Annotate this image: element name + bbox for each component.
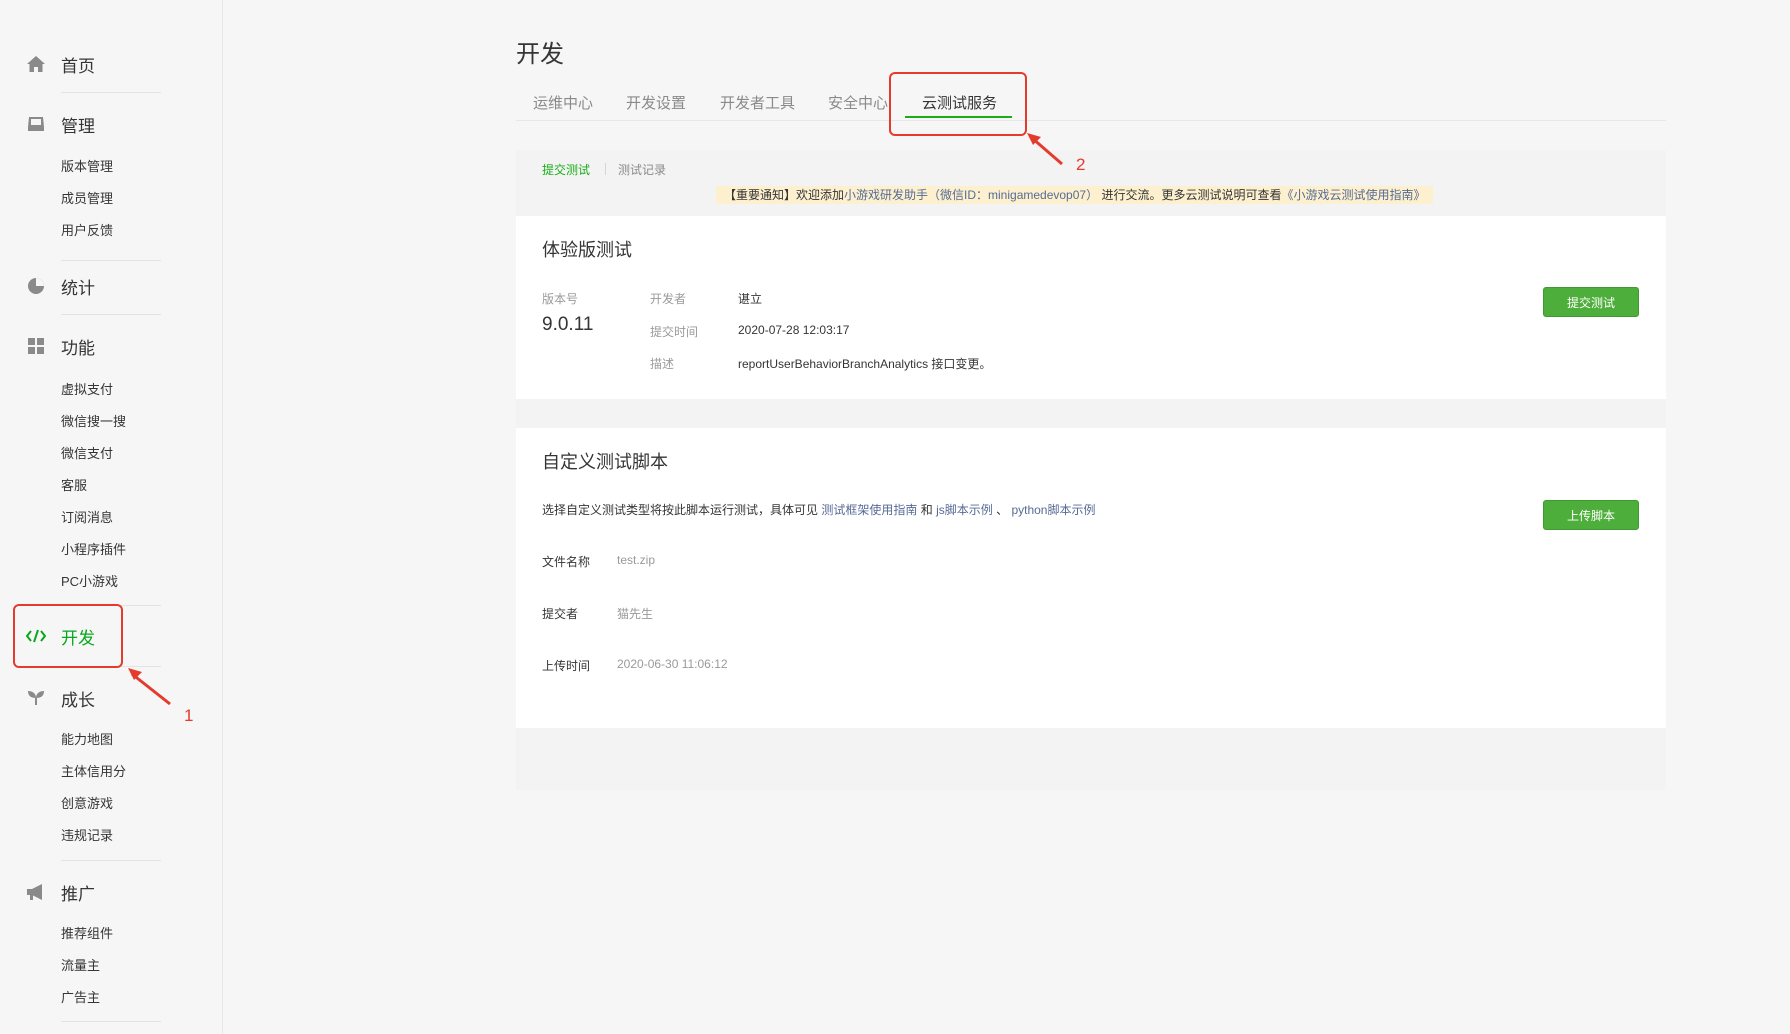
sidebar: 首页 管理 版本管理 成员管理 用户反馈 统计 功能 虚拟支付 微信搜一搜 微信…	[0, 0, 223, 1034]
intro-sep: 、	[996, 503, 1009, 517]
sidebar-subitem-feedback[interactable]: 用户反馈	[61, 220, 113, 242]
js-example-link[interactable]: js脚本示例	[936, 503, 993, 517]
desc-label: 描述	[650, 357, 675, 371]
tab-security-center[interactable]: 安全中心	[828, 92, 888, 113]
file-name-label: 文件名称	[542, 555, 591, 569]
trial-test-card: 体验版测试 版本号 9.0.11 开发者 谌立 提交时间 2020-07-28 …	[516, 216, 1666, 399]
tab-dev-tools[interactable]: 开发者工具	[720, 92, 795, 113]
sidebar-subitem-search[interactable]: 微信搜一搜	[61, 411, 126, 433]
sidebar-subitem-traffic-owner[interactable]: 流量主	[61, 955, 100, 977]
desc-value: reportUserBehaviorBranchAnalytics 接口变更。	[738, 357, 992, 371]
submit-time-label: 提交时间	[650, 325, 699, 339]
sidebar-subitem-creative[interactable]: 创意游戏	[61, 793, 113, 815]
developer-value: 谌立	[738, 292, 763, 306]
upload-time-label: 上传时间	[542, 659, 591, 673]
sidebar-item-label: 功能	[61, 338, 95, 358]
custom-script-intro: 选择自定义测试类型将按此脚本运行测试，具体可见 测试框架使用指南 和 js脚本示…	[542, 501, 1095, 518]
subtab-test-records[interactable]: 测试记录	[618, 161, 666, 178]
intro-text: 选择自定义测试类型将按此脚本运行测试，具体可见	[542, 503, 819, 517]
trial-test-title: 体验版测试	[542, 240, 632, 260]
custom-script-title: 自定义测试脚本	[542, 452, 668, 472]
submitter-value: 猫先生	[617, 607, 654, 621]
submit-time-value: 2020-07-28 12:03:17	[738, 323, 850, 337]
upload-script-button[interactable]: 上传脚本	[1543, 500, 1639, 530]
notice-prefix: 【重要通知】欢迎添加	[724, 188, 845, 202]
sidebar-subitem-subscribe[interactable]: 订阅消息	[61, 507, 113, 529]
sidebar-subitem-violations[interactable]: 违规记录	[61, 825, 113, 847]
notice-banner: 【重要通知】欢迎添加小游戏研发助手（微信ID：minigamedevop07） …	[716, 186, 1434, 204]
guide-link[interactable]: 《小游戏云测试使用指南》	[1281, 188, 1425, 202]
sidebar-item-manage[interactable]: 管理	[0, 106, 222, 142]
sidebar-divider	[61, 92, 161, 93]
sidebar-item-label: 推广	[61, 884, 95, 904]
sidebar-item-stats[interactable]: 统计	[0, 268, 222, 304]
subtab-submit-test[interactable]: 提交测试	[542, 161, 590, 178]
file-name-value: test.zip	[617, 553, 656, 567]
sidebar-divider	[61, 1021, 161, 1022]
sidebar-item-label: 首页	[61, 56, 95, 76]
submit-test-button[interactable]: 提交测试	[1543, 287, 1639, 317]
upload-time-value: 2020-06-30 11:06:12	[617, 657, 728, 671]
sidebar-divider	[61, 860, 161, 861]
tab-dev-settings[interactable]: 开发设置	[626, 92, 686, 113]
sidebar-subitem-pc-game[interactable]: PC小游戏	[61, 571, 118, 593]
assistant-link[interactable]: 小游戏研发助手（微信ID：minigamedevop07）	[844, 188, 1098, 202]
sidebar-item-home[interactable]: 首页	[0, 46, 222, 82]
sidebar-item-label: 成长	[61, 690, 95, 710]
sidebar-subitem-wechat-pay[interactable]: 微信支付	[61, 443, 113, 465]
sidebar-subitem-ability-map[interactable]: 能力地图	[61, 729, 113, 751]
home-icon	[26, 54, 46, 74]
tab-bar: 运维中心 开发设置 开发者工具 安全中心 云测试服务	[516, 86, 1666, 121]
sidebar-divider	[61, 314, 161, 315]
sidebar-item-label: 统计	[61, 278, 95, 298]
sidebar-subitem-virtual-pay[interactable]: 虚拟支付	[61, 379, 113, 401]
inbox-icon	[26, 114, 46, 134]
sidebar-subitem-service[interactable]: 客服	[61, 475, 87, 497]
framework-guide-link[interactable]: 测试框架使用指南	[821, 503, 917, 517]
version-number: 9.0.11	[542, 314, 594, 335]
annotation-number-2: 2	[1076, 155, 1086, 174]
python-example-link[interactable]: python脚本示例	[1011, 503, 1095, 517]
sidebar-subitem-plugin[interactable]: 小程序插件	[61, 539, 126, 561]
intro-and: 和	[920, 503, 933, 517]
grid-icon	[26, 336, 46, 356]
annotation-box-dev	[13, 604, 123, 668]
sidebar-item-promo[interactable]: 推广	[0, 874, 222, 910]
sidebar-subitem-advertiser[interactable]: 广告主	[61, 987, 100, 1009]
annotation-box-cloud-test	[889, 72, 1027, 136]
sidebar-divider	[61, 260, 161, 261]
notice-middle: 进行交流。更多云测试说明可查看	[1101, 188, 1282, 202]
page-title: 开发	[516, 41, 564, 68]
sidebar-subitem-credit[interactable]: 主体信用分	[61, 761, 126, 783]
megaphone-icon	[26, 882, 46, 902]
developer-label: 开发者	[650, 292, 687, 306]
sidebar-subitem-recommend[interactable]: 推荐组件	[61, 923, 113, 945]
sidebar-subitem-members[interactable]: 成员管理	[61, 188, 113, 210]
submitter-label: 提交者	[542, 607, 579, 621]
sprout-icon	[26, 688, 46, 708]
version-label: 版本号	[542, 292, 579, 306]
sidebar-item-label: 管理	[61, 116, 95, 136]
annotation-arrow-2	[1027, 133, 1063, 166]
sidebar-subitem-version[interactable]: 版本管理	[61, 156, 113, 178]
pie-chart-icon	[26, 276, 46, 296]
sidebar-item-features[interactable]: 功能	[0, 328, 222, 364]
tab-ops-center[interactable]: 运维中心	[533, 92, 593, 113]
custom-script-card: 自定义测试脚本 选择自定义测试类型将按此脚本运行测试，具体可见 测试框架使用指南…	[516, 428, 1666, 728]
subtab-divider	[605, 163, 606, 175]
annotation-arrow-1	[128, 668, 171, 706]
annotation-number-1: 1	[184, 706, 194, 725]
